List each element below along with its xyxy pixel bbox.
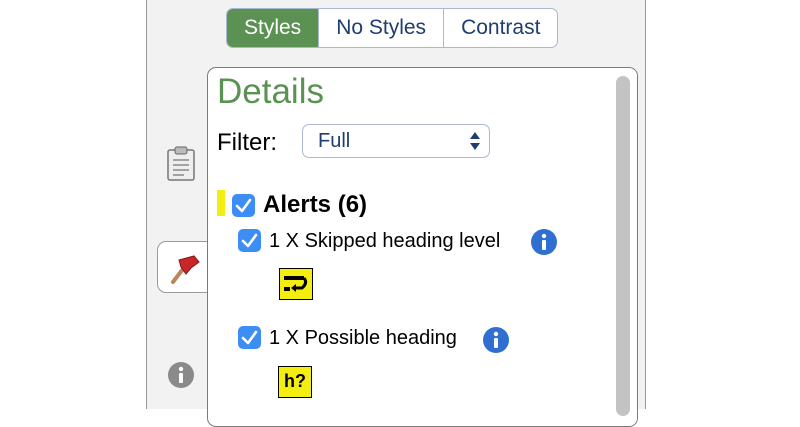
checkmark-icon: [241, 330, 258, 345]
filter-value: Full: [318, 130, 351, 152]
possible-heading-badge-text: h?: [284, 371, 306, 391]
info-icon: [483, 327, 509, 353]
contrast-button[interactable]: Contrast: [444, 9, 557, 47]
filter-label: Filter:: [217, 129, 277, 156]
reference-tab[interactable]: [166, 360, 196, 390]
info-icon: [531, 229, 557, 255]
alert-category-marker: [217, 190, 225, 216]
info-icon: [168, 362, 194, 388]
possible-heading-info-button[interactable]: [482, 326, 510, 354]
details-panel: Details Filter: Full Alerts (6) 1 X Skip…: [207, 67, 638, 427]
skipped-heading-badge[interactable]: [279, 268, 313, 300]
checkmark-icon: [235, 198, 252, 213]
filter-select[interactable]: Full: [302, 124, 490, 158]
skipped-heading-icon: [284, 276, 308, 292]
possible-heading-checkbox[interactable]: [238, 326, 261, 349]
possible-heading-label: 1 X Possible heading: [269, 327, 457, 349]
alerts-heading: Alerts (6): [263, 191, 368, 218]
skipped-heading-info-button[interactable]: [530, 228, 558, 256]
summary-tab[interactable]: [166, 146, 196, 182]
details-title: Details: [217, 72, 324, 111]
clipboard-icon: [167, 146, 195, 181]
alerts-checkbox[interactable]: [232, 194, 255, 217]
scrollbar-thumb[interactable]: [616, 76, 630, 416]
possible-heading-badge[interactable]: h?: [278, 366, 312, 398]
select-arrows-icon: [470, 132, 480, 150]
styles-button[interactable]: Styles: [227, 9, 320, 47]
scrollbar[interactable]: [611, 68, 637, 426]
checkmark-icon: [241, 233, 258, 248]
alert-flag-icon: [171, 255, 200, 284]
details-tab[interactable]: [157, 241, 209, 293]
skipped-heading-checkbox[interactable]: [238, 229, 261, 252]
view-mode-toggle: Styles No Styles Contrast: [226, 8, 559, 48]
no-styles-button[interactable]: No Styles: [319, 9, 445, 47]
skipped-heading-label: 1 X Skipped heading level: [269, 230, 501, 252]
